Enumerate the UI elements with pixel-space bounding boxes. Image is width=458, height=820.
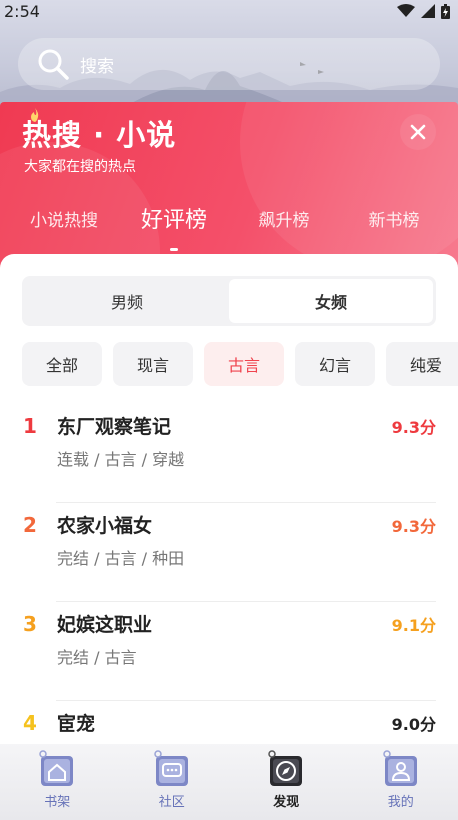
nav-profile[interactable]: 我的	[344, 744, 458, 820]
book-row[interactable]: 2 农家小福女 完结 / 古言 / 种田 9.3分	[0, 503, 458, 602]
nav-label: 书架	[44, 795, 71, 810]
ranking-tabs: 小说热搜 好评榜 飙升榜 新书榜	[0, 206, 458, 251]
gender-female-option[interactable]: 女频	[229, 279, 433, 323]
status-time: 2:54	[4, 1, 40, 21]
gender-male-option[interactable]: 男频	[25, 279, 229, 323]
tab-novel-hot[interactable]: 小说热搜	[14, 206, 114, 246]
book-title: 妃嫔这职业	[57, 614, 153, 636]
gender-toggle: 男频 女频	[22, 276, 436, 326]
ranking-panel: 男频 女频 全部 现言 古言 幻言 纯爱 1 东厂观察笔记 连载 / 古言 / …	[0, 254, 458, 754]
status-icons	[397, 3, 450, 19]
category-chip-bl[interactable]: 纯爱	[386, 342, 458, 386]
search-placeholder: 搜索	[80, 56, 114, 77]
status-bar: 2:54	[0, 0, 458, 22]
signal-icon	[421, 4, 435, 18]
hot-search-header: 热搜 · 小说 大家都在搜的热点 小说热搜 好评榜 飙升榜 新书榜	[0, 102, 458, 272]
book-title: 农家小福女	[57, 515, 153, 537]
nav-label: 社区	[158, 795, 185, 810]
category-chip-fantasy[interactable]: 幻言	[295, 342, 375, 386]
book-title: 东厂观察笔记	[57, 416, 172, 438]
search-icon	[38, 49, 69, 80]
tab-label: 好评榜	[140, 208, 207, 233]
book-row[interactable]: 3 妃嫔这职业 完结 / 古言 9.1分	[0, 602, 458, 701]
page-subtitle: 大家都在搜的热点	[24, 159, 136, 175]
category-chip-all[interactable]: 全部	[22, 342, 102, 386]
book-score: 9.3分	[391, 418, 436, 437]
book-ranking-list: 1 东厂观察笔记 连载 / 古言 / 穿越 9.3分 2 农家小福女 完结 / …	[0, 404, 458, 754]
nav-bookshelf[interactable]: 书架	[0, 744, 115, 820]
tab-rising[interactable]: 飙升榜	[234, 206, 334, 246]
book-title: 宦宠	[57, 713, 96, 735]
rank-number: 1	[23, 414, 37, 438]
book-row[interactable]: 1 东厂观察笔记 连载 / 古言 / 穿越 9.3分	[0, 404, 458, 503]
wifi-icon	[397, 4, 415, 17]
tab-label: 小说热搜	[30, 211, 98, 231]
discover-icon	[268, 750, 303, 786]
bottom-navigation: 书架 社区 发现 我的	[0, 744, 458, 820]
category-chip-ancient[interactable]: 古言	[204, 342, 284, 386]
book-score: 9.0分	[391, 715, 436, 734]
page-title: 热搜 · 小说	[22, 118, 177, 152]
book-score: 9.3分	[391, 517, 436, 536]
book-meta: 连载 / 古言 / 穿越	[57, 450, 185, 469]
nav-discover[interactable]: 发现	[229, 744, 344, 820]
tab-top-rated[interactable]: 好评榜	[124, 206, 224, 251]
rank-number: 3	[23, 612, 37, 636]
category-chip-modern[interactable]: 现言	[113, 342, 193, 386]
community-icon	[154, 750, 188, 786]
tab-label: 新书榜	[368, 211, 420, 231]
nav-label: 我的	[387, 795, 414, 810]
nav-label: 发现	[273, 795, 300, 810]
book-meta: 完结 / 古言 / 种田	[57, 549, 185, 568]
rank-number: 4	[23, 711, 37, 735]
book-score: 9.1分	[391, 616, 436, 635]
rank-number: 2	[23, 513, 37, 537]
close-icon	[410, 124, 426, 140]
tab-label: 飙升榜	[258, 211, 310, 231]
book-meta: 完结 / 古言	[57, 648, 137, 667]
active-tab-indicator	[170, 248, 178, 251]
nav-community[interactable]: 社区	[115, 744, 230, 820]
profile-icon	[383, 750, 417, 786]
category-chips: 全部 现言 古言 幻言 纯爱	[22, 342, 458, 388]
tab-new-books[interactable]: 新书榜	[344, 206, 444, 246]
search-bar[interactable]: 搜索	[18, 38, 440, 90]
battery-icon	[441, 3, 450, 19]
close-button[interactable]	[400, 114, 436, 150]
bookshelf-icon	[39, 750, 74, 786]
